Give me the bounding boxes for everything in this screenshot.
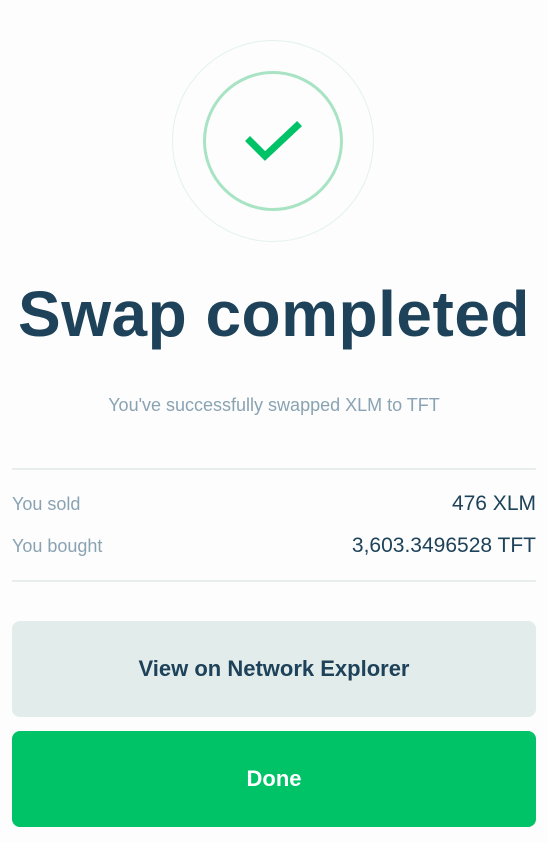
bought-label: You bought [12,535,103,556]
view-on-network-explorer-button[interactable]: View on Network Explorer [12,621,536,717]
bought-value: 3,603.3496528 TFT [351,534,536,557]
bought-row: You bought 3,603.3496528 TFT [12,531,536,561]
page-title: Swap completed [18,278,530,350]
summary-top-divider [12,468,536,470]
sold-label: You sold [12,493,81,514]
swap-success-screen: Swap completed You've successfully swapp… [0,0,548,842]
page-subtitle: You've successfully swapped XLM to TFT [108,395,440,415]
checkmark-icon [245,121,302,161]
done-button[interactable]: Done [12,731,536,827]
sold-row: You sold 476 XLM [12,489,536,519]
sold-value: 476 XLM [451,492,536,515]
summary-bottom-divider [12,580,536,582]
